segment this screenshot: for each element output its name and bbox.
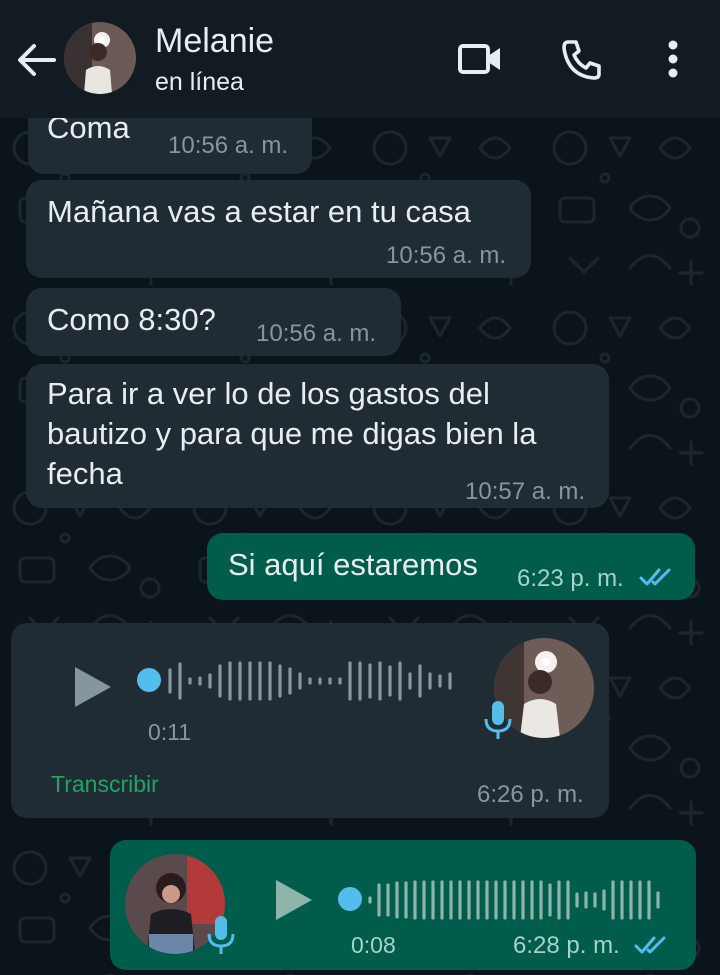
voice-duration: 0:11 — [148, 719, 192, 745]
message-time: 10:57 a. m. — [465, 478, 586, 505]
message-text-line-3: fecha — [47, 456, 123, 491]
message-text: Coma — [47, 118, 130, 145]
chat-header: Melanie en línea — [0, 0, 720, 118]
double-check-icon — [634, 936, 666, 954]
contact-avatar[interactable] — [64, 22, 136, 94]
message-time: 6:23 p. m. — [517, 565, 624, 592]
incoming-message[interactable]: Mañana vas a estar en tu casa 10:56 a. m… — [26, 180, 531, 278]
message-text-line-1: Para ir a ver lo de los gastos del — [47, 376, 490, 411]
message-text-line-2: bautizo y para que me digas bien la — [47, 416, 537, 451]
arrow-left-icon — [18, 44, 56, 76]
transcribe-link[interactable]: Transcribir — [51, 771, 159, 798]
contact-name[interactable]: Melanie — [155, 22, 274, 61]
incoming-message[interactable]: Coma 10:56 a. m. — [28, 118, 312, 174]
message-time: 10:56 a. m. — [386, 242, 507, 269]
mic-icon — [207, 916, 235, 954]
audio-waveform[interactable] — [166, 659, 456, 703]
incoming-voice-message[interactable]: 0:11 Transcribir 6:26 p. m. — [11, 623, 609, 818]
play-icon[interactable] — [71, 663, 115, 711]
more-vert-icon — [668, 40, 678, 78]
message-text: Mañana vas a estar en tu casa — [47, 194, 471, 229]
play-icon[interactable] — [272, 876, 316, 924]
incoming-message[interactable]: Como 8:30? 10:56 a. m. — [26, 288, 401, 356]
message-text: Como 8:30? — [47, 302, 216, 337]
message-time: 10:56 a. m. — [168, 132, 289, 159]
message-time: 6:26 p. m. — [477, 781, 584, 808]
outgoing-message[interactable]: Si aquí estaremos 6:23 p. m. — [207, 533, 695, 600]
back-button[interactable] — [14, 40, 58, 80]
outgoing-voice-message[interactable]: 0:08 6:28 p. m. — [110, 840, 696, 970]
audio-waveform[interactable] — [366, 878, 666, 922]
playback-scrubber[interactable] — [137, 668, 161, 692]
voice-duration: 0:08 — [351, 932, 396, 958]
voice-call-button[interactable] — [556, 36, 606, 84]
double-check-icon — [639, 568, 671, 586]
avatar-photo — [64, 22, 136, 94]
message-time: 10:56 a. m. — [256, 320, 377, 347]
message-text: Si aquí estaremos — [228, 547, 478, 582]
phone-icon — [562, 40, 601, 80]
playback-scrubber[interactable] — [338, 887, 362, 911]
contact-status: en línea — [155, 68, 244, 96]
mic-icon — [484, 701, 512, 739]
message-list: Coma 10:56 a. m. Mañana vas a estar en t… — [0, 118, 720, 975]
more-options-button[interactable] — [650, 36, 696, 84]
video-call-button[interactable] — [455, 36, 505, 84]
incoming-message[interactable]: Para ir a ver lo de los gastos del bauti… — [26, 364, 609, 508]
video-camera-icon — [458, 44, 500, 74]
message-time: 6:28 p. m. — [513, 932, 620, 959]
